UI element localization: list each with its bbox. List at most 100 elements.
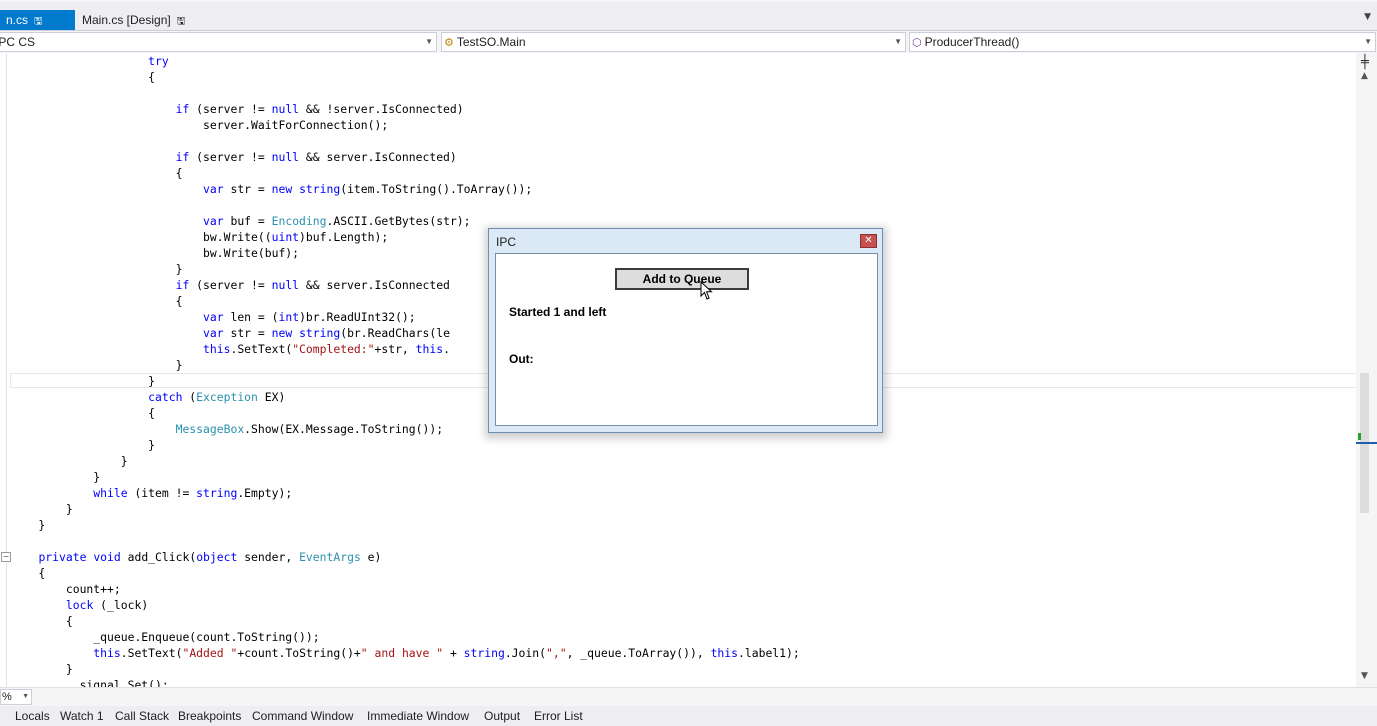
code-token: EX) — [257, 390, 286, 404]
code-token: + — [443, 646, 464, 660]
code-line[interactable]: while (item != string.Empty); — [11, 485, 292, 501]
code-line[interactable]: } — [11, 661, 73, 677]
code-token: (server != — [189, 278, 272, 292]
code-line[interactable]: var buf = Encoding.ASCII.GetBytes(str); — [11, 213, 470, 229]
code-token: Encoding — [271, 214, 327, 228]
code-token: this — [415, 342, 444, 356]
code-token: (item.ToString().ToArray()); — [340, 182, 533, 196]
code-line[interactable]: if (server != null && server.IsConnected — [11, 277, 450, 293]
zoom-dropdown[interactable]: % ▼ — [0, 689, 32, 705]
tab-list-dropdown-icon[interactable]: ▼ — [1364, 12, 1371, 22]
member-dropdown[interactable]: ⬡ ProducerThread() ▼ — [909, 32, 1376, 52]
code-line[interactable]: var len = (int)br.ReadUInt32(); — [11, 309, 416, 325]
code-token: } — [11, 502, 73, 516]
code-line[interactable]: { — [11, 165, 183, 181]
tab-locals[interactable]: Locals — [15, 709, 50, 723]
pin-icon[interactable]: 🖫 — [177, 16, 186, 27]
code-token: } — [11, 358, 183, 372]
code-token: string — [196, 486, 238, 500]
status-label: Started 1 and left — [509, 305, 607, 319]
pin-icon[interactable]: 🖫 — [34, 16, 43, 27]
code-token: string — [299, 182, 341, 196]
code-line[interactable]: } — [11, 373, 155, 389]
code-line[interactable]: { — [11, 405, 155, 421]
code-line[interactable]: server.WaitForConnection(); — [11, 117, 388, 133]
tab-output[interactable]: Output — [484, 709, 520, 723]
code-line[interactable]: var str = new string(br.ReadChars(le — [11, 325, 450, 341]
code-token: )buf.Length); — [299, 230, 389, 244]
type-dropdown[interactable]: ⚙ TestSO.Main ▼ — [441, 32, 906, 52]
chevron-down-icon: ▼ — [425, 37, 433, 46]
scroll-up-icon[interactable]: ▲ — [1361, 71, 1368, 81]
code-line[interactable]: } — [11, 453, 128, 469]
add-to-queue-button[interactable]: Add to Queue — [615, 268, 749, 290]
mouse-cursor-icon — [700, 281, 713, 300]
code-line[interactable]: count++; — [11, 581, 121, 597]
code-line[interactable]: { — [11, 69, 155, 85]
tab-command-window[interactable]: Command Window — [252, 709, 353, 723]
code-line[interactable]: var str = new string(item.ToString().ToA… — [11, 181, 532, 197]
code-line[interactable]: if (server != null && server.IsConnected… — [11, 149, 457, 165]
code-line[interactable]: if (server != null && !server.IsConnecte… — [11, 101, 464, 117]
tab-breakpoints[interactable]: Breakpoints — [178, 709, 241, 723]
change-marker — [1358, 433, 1361, 440]
code-token: +count.ToString()+ — [237, 646, 361, 660]
code-line[interactable]: } — [11, 501, 73, 517]
code-line[interactable]: { — [11, 293, 183, 309]
code-line[interactable]: } — [11, 469, 100, 485]
tab-main-cs[interactable]: n.cs🖫⊣✕ — [0, 10, 75, 49]
tab-error-list[interactable]: Error List — [534, 709, 583, 723]
code-line[interactable]: lock (_lock) — [11, 597, 148, 613]
close-icon[interactable]: ✕ — [860, 234, 877, 248]
tab-label: n.cs — [6, 13, 29, 27]
member-dropdown-value: ProducerThread() — [924, 35, 1020, 49]
chevron-down-icon: ▼ — [22, 693, 29, 700]
collapse-toggle-icon[interactable]: − — [1, 552, 11, 562]
code-token: } — [11, 454, 128, 468]
vertical-scrollbar[interactable]: ╪ ▲ ▼ — [1356, 53, 1377, 687]
zoom-value: % — [2, 691, 12, 703]
code-token: var — [203, 326, 224, 340]
code-line[interactable]: catch (Exception EX) — [11, 389, 285, 405]
code-line[interactable]: private void add_Click(object sender, Ev… — [11, 549, 381, 565]
tab-immediate-window[interactable]: Immediate Window — [367, 709, 469, 723]
code-token: str = — [223, 182, 272, 196]
code-line[interactable]: this.SetText("Added "+count.ToString()+"… — [11, 645, 799, 661]
tab-label: Main.cs [Design] — [82, 13, 171, 27]
code-line[interactable]: MessageBox.Show(EX.Message.ToString()); — [11, 421, 443, 437]
code-token: null — [271, 278, 300, 292]
code-token: str = — [223, 326, 272, 340]
code-line[interactable]: } — [11, 261, 183, 277]
code-line[interactable]: bw.Write((uint)buf.Length); — [11, 229, 388, 245]
code-line[interactable]: bw.Write(buf); — [11, 245, 299, 261]
tab-main-design[interactable]: Main.cs [Design] 🖫 — [76, 10, 196, 30]
code-line[interactable]: } — [11, 357, 183, 373]
tab-watch-1[interactable]: Watch 1 — [60, 709, 104, 723]
code-line[interactable]: _signal.Set(); — [11, 677, 169, 687]
tab-call-stack[interactable]: Call Stack — [115, 709, 169, 723]
project-dropdown[interactable]: IPC CS ▼ — [0, 32, 437, 52]
code-token: var — [203, 182, 224, 196]
code-line[interactable]: } — [11, 437, 155, 453]
split-window-icon[interactable]: ╪ — [1361, 55, 1369, 70]
code-line[interactable]: this.SetText("Completed:"+str, this. — [11, 341, 450, 357]
horizontal-scrollbar[interactable]: % ▼ — [0, 687, 1377, 706]
code-line[interactable]: try — [11, 53, 169, 69]
code-token: void — [93, 550, 121, 564]
code-line[interactable]: _queue.Enqueue(count.ToString()); — [11, 629, 319, 645]
code-token: , _queue.ToArray()), — [566, 646, 711, 660]
code-token: _signal.Set(); — [11, 678, 169, 687]
code-line[interactable]: { — [11, 613, 73, 629]
code-line[interactable]: { — [11, 565, 45, 581]
code-line[interactable]: } — [11, 517, 45, 533]
code-token: (_lock) — [93, 598, 149, 612]
chevron-down-icon: ▼ — [894, 37, 902, 46]
code-token: bw.Write(buf); — [11, 246, 300, 260]
scroll-down-icon[interactable]: ▼ — [1361, 671, 1368, 681]
caret-position-marker — [1356, 442, 1377, 444]
